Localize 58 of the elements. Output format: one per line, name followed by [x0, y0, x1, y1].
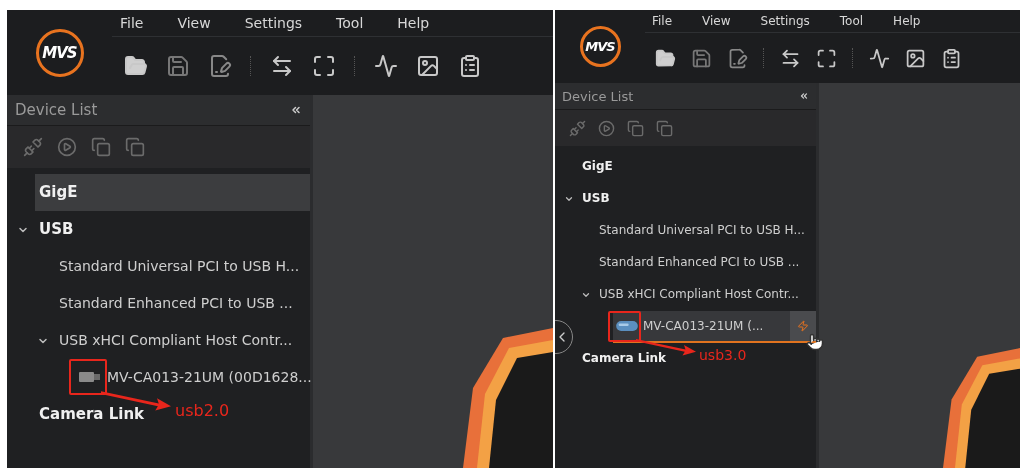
waveform-icon[interactable] [374, 54, 398, 78]
app-logo: MVS [35, 28, 84, 77]
tree-item[interactable]: USB [35, 211, 74, 248]
clipboard-icon[interactable] [941, 47, 962, 69]
image-icon[interactable] [905, 47, 926, 69]
edit-file-icon[interactable] [727, 47, 748, 69]
tree-item[interactable]: USB xHCI Compliant Host Contr... [596, 279, 799, 311]
switch-icon[interactable] [270, 54, 294, 78]
menu-item[interactable]: View [695, 14, 738, 28]
collapse-icon[interactable] [799, 91, 809, 101]
tree-item[interactable]: USB xHCI Compliant Host Contr... [55, 322, 293, 359]
tree-item[interactable]: MV-CA013-21UM (... [613, 311, 816, 343]
tree-item[interactable]: MV-CA013-21UM (00D1628... [75, 359, 310, 396]
collapse-icon[interactable] [290, 104, 302, 116]
menu-item[interactable]: File [645, 14, 680, 28]
clipboard-icon[interactable] [458, 54, 482, 78]
menu-item[interactable]: Tool [328, 15, 372, 31]
menu-item[interactable]: Settings [236, 15, 311, 31]
edit-file-icon[interactable] [208, 54, 232, 78]
menu-item[interactable]: View [169, 15, 219, 31]
folder-icon[interactable] [124, 54, 148, 78]
lightning-icon [797, 320, 809, 332]
tree-item[interactable]: Standard Universal PCI to USB H... [55, 248, 300, 285]
tree-item[interactable]: GigE [579, 151, 613, 183]
menu-item[interactable]: Help [389, 15, 438, 31]
save-icon[interactable] [691, 47, 712, 69]
highlight-frame [69, 359, 107, 395]
menu-item[interactable]: Help [886, 14, 928, 28]
tree-item[interactable]: GigE [35, 174, 310, 211]
highlight-frame [608, 311, 641, 342]
tree-item[interactable]: Camera Link [35, 396, 145, 433]
camera-icon [79, 370, 101, 383]
tree-item[interactable]: Standard Enhanced PCI to USB ... [596, 247, 800, 279]
folder-icon[interactable] [655, 47, 676, 69]
tree-item[interactable]: Standard Universal PCI to USB H... [596, 215, 805, 247]
annotation-label: usb2.0 [175, 401, 230, 420]
disconnect-button[interactable] [790, 311, 816, 341]
tree-item[interactable]: Camera Link [579, 343, 667, 375]
menu-item[interactable]: Settings [753, 14, 817, 28]
unplug-icon[interactable] [23, 137, 43, 157]
menu-item[interactable]: Tool [832, 14, 871, 28]
annotation-label: usb3.0 [699, 347, 747, 363]
image-icon[interactable] [416, 54, 440, 78]
app-logo: MVS [579, 26, 621, 67]
waveform-icon[interactable] [869, 47, 890, 69]
panel-title: Device List [562, 88, 634, 104]
panel-title: Device List [15, 101, 98, 119]
tree-item[interactable]: USB [579, 183, 610, 215]
fullscreen-icon[interactable] [816, 47, 837, 69]
fullscreen-icon[interactable] [312, 54, 336, 78]
menu-item[interactable]: File [112, 15, 152, 31]
play-icon[interactable] [598, 119, 615, 137]
unplug-icon[interactable] [569, 119, 586, 137]
play-icon[interactable] [57, 137, 77, 157]
save-icon[interactable] [166, 54, 190, 78]
camera-icon [616, 321, 638, 331]
switch-icon[interactable] [780, 47, 801, 69]
tree-item[interactable]: Standard Enhanced PCI to USB ... [55, 285, 293, 322]
